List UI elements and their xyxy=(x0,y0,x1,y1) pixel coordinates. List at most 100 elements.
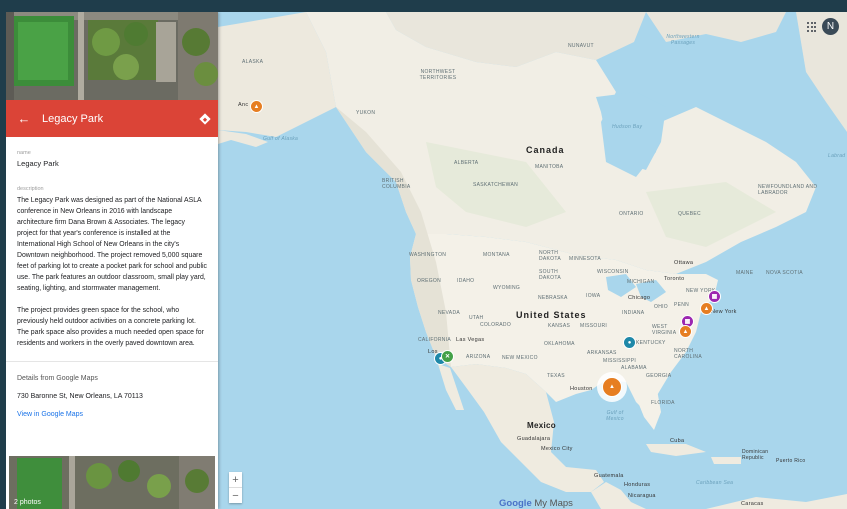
map-label-mississippi: MISSISSIPPI xyxy=(603,358,637,364)
map-label-penn: PENN xyxy=(674,302,690,308)
google-details-section: Details from Google Maps 730 Baronne St,… xyxy=(6,362,218,418)
map-label-alabama: ALABAMA xyxy=(621,365,647,371)
map-label-indiana: INDIANA xyxy=(622,310,645,316)
map-label-new-mexico: NEW MEXICO xyxy=(502,355,538,361)
google-my-maps-logo: Google My Maps xyxy=(499,498,573,509)
map-label-saskatchewan: SASKATCHEWAN xyxy=(473,182,518,188)
map-label-missouri: MISSOURI xyxy=(580,323,608,329)
map-label-georgia: GEORGIA xyxy=(646,373,672,379)
map-label-nebraska: NEBRASKA xyxy=(538,295,568,301)
map-label-chicago: Chicago xyxy=(628,295,651,301)
map-label-honduras: Honduras xyxy=(624,482,651,488)
map-label-labrador: Labrad xyxy=(828,153,846,159)
map-label-united-states: United States xyxy=(516,310,587,320)
map-label-northwest-passages: Northwestern Passages xyxy=(666,34,700,46)
map-label-anchorage: Anc xyxy=(238,102,249,108)
map-label-washington: WASHINGTON xyxy=(409,252,447,258)
map-label-montana: MONTANA xyxy=(483,252,510,258)
map-label-mexico-city: Mexico City xyxy=(541,446,573,452)
map-label-alaska: ALASKA xyxy=(242,59,264,65)
directions-icon[interactable] xyxy=(192,112,218,125)
new-york-pin[interactable]: ▲ xyxy=(700,302,713,315)
museum-icon: ▦ xyxy=(711,294,718,300)
map-label-nevada: NEVADA xyxy=(438,310,460,316)
map-label-cuba: Cuba xyxy=(670,438,685,444)
zoom-out-button[interactable]: − xyxy=(229,488,242,503)
map-label-caracas: Caracas xyxy=(741,501,764,507)
map-label-florida: FLORIDA xyxy=(651,400,675,406)
map-label-ottawa: Ottawa xyxy=(674,260,694,266)
map-label-toronto: Toronto xyxy=(664,276,685,282)
map-label-gulf-mexico: Gulf of Mexico xyxy=(606,410,624,422)
description-paragraph-2: The project provides green space for the… xyxy=(17,307,204,347)
map-label-gulf-alaska: Gulf of Alaska xyxy=(263,136,299,142)
anchorage-pin[interactable]: ▲ xyxy=(250,100,263,113)
map-label-canada: Canada xyxy=(526,145,565,155)
map-label-quebec: QUEBEC xyxy=(678,211,701,217)
zoom-control: + − xyxy=(229,472,242,503)
map-label-ontario: ONTARIO xyxy=(619,211,644,217)
park-icon: ▲ xyxy=(253,103,260,110)
map-label-puerto-rico: Puerto Rico xyxy=(776,458,806,464)
park-icon: ▲ xyxy=(682,328,689,335)
new-orleans-selected-pin[interactable]: ▲ xyxy=(602,377,622,397)
map-label-nicaragua: Nicaragua xyxy=(628,493,656,499)
zoom-in-button[interactable]: + xyxy=(229,472,242,488)
map-label-new-york: New York xyxy=(711,309,737,315)
view-in-google-maps-link[interactable]: View in Google Maps xyxy=(17,411,207,418)
map-label-arkansas: ARKANSAS xyxy=(587,350,617,356)
close-icon: ✕ xyxy=(444,354,451,360)
map-label-guatemala: Guatemala xyxy=(594,473,624,479)
photos-thumbnail[interactable]: 2 photos xyxy=(9,456,215,509)
map-label-hudson-bay: Hudson Bay xyxy=(612,124,643,130)
map-label-south-dakota: SOUTH DAKOTA xyxy=(539,269,561,281)
description-paragraph-1: The Legacy Park was designed as part of … xyxy=(17,197,207,292)
panel-title: Legacy Park xyxy=(42,112,104,125)
southeast-teal-pin[interactable]: ● xyxy=(623,336,636,349)
fields-section: name Legacy Park description The Legacy … xyxy=(6,137,218,349)
map-label-nova-scotia: NOVA SCOTIA xyxy=(766,270,803,276)
map-label-north-dakota: NORTH DAKOTA xyxy=(539,250,561,262)
name-value: Legacy Park xyxy=(17,159,59,168)
arrow-left-icon[interactable]: ← xyxy=(6,111,42,126)
avatar[interactable]: N xyxy=(822,18,839,35)
map-label-michigan: MICHIGAN xyxy=(627,279,655,285)
hero-photo[interactable] xyxy=(6,12,218,100)
map-label-colorado: COLORADO xyxy=(480,322,512,328)
map-label-texas: TEXAS xyxy=(547,373,565,379)
park-icon: ▲ xyxy=(703,305,710,312)
map-label-minnesota: MINNESOTA xyxy=(569,256,602,262)
northeast-purple-pin[interactable]: ▦ xyxy=(708,290,721,303)
name-label: name xyxy=(17,150,31,156)
map-label-idaho: IDAHO xyxy=(457,278,475,284)
panel-titlebar: ← Legacy Park xyxy=(6,100,218,137)
map-label-mexico: Mexico xyxy=(527,421,556,430)
map-label-houston: Houston xyxy=(570,386,593,392)
map-label-north-carolina: NORTH CAROLINA xyxy=(674,348,702,360)
la-green-pin[interactable]: ✕ xyxy=(441,350,454,363)
map-label-kentucky: KENTUCKY xyxy=(636,340,666,346)
map-label-wyoming: WYOMING xyxy=(493,285,521,291)
teal-icon: ● xyxy=(627,339,632,346)
map-label-maine: MAINE xyxy=(736,270,754,276)
map-label-iowa: IOWA xyxy=(586,293,601,299)
map-label-arizona: ARIZONA xyxy=(466,354,491,360)
map-label-nwt: NORTHWEST TERRITORIES xyxy=(419,69,457,81)
apps-grid-icon[interactable] xyxy=(807,22,817,32)
park-icon: ▲ xyxy=(609,384,615,390)
address: 730 Baronne St, New Orleans, LA 70113 xyxy=(17,393,143,400)
virginia-orange-pin[interactable]: ▲ xyxy=(679,325,692,338)
map-label-alberta: ALBERTA xyxy=(454,160,479,166)
map-label-oregon: OREGON xyxy=(417,278,442,284)
map-label-wisconsin: WISCONSIN xyxy=(597,269,629,275)
map-label-kansas: KANSAS xyxy=(548,323,571,329)
map-label-caribbean: Caribbean Sea xyxy=(696,480,734,486)
brand-google: Google xyxy=(499,498,532,509)
map-label-manitoba: MANITOBA xyxy=(535,164,564,170)
details-panel: ← Legacy Park name Legacy Park descripti… xyxy=(6,12,218,509)
map-label-newfoundland: NEWFOUNDLAND AND LABRADOR xyxy=(758,184,818,196)
map-label-utah: UTAH xyxy=(469,315,484,321)
map-label-nunavut: NUNAVUT xyxy=(568,43,594,49)
map-label-yukon: YUKON xyxy=(356,110,376,116)
map-label-dominican: Dominican Republic xyxy=(742,449,769,461)
